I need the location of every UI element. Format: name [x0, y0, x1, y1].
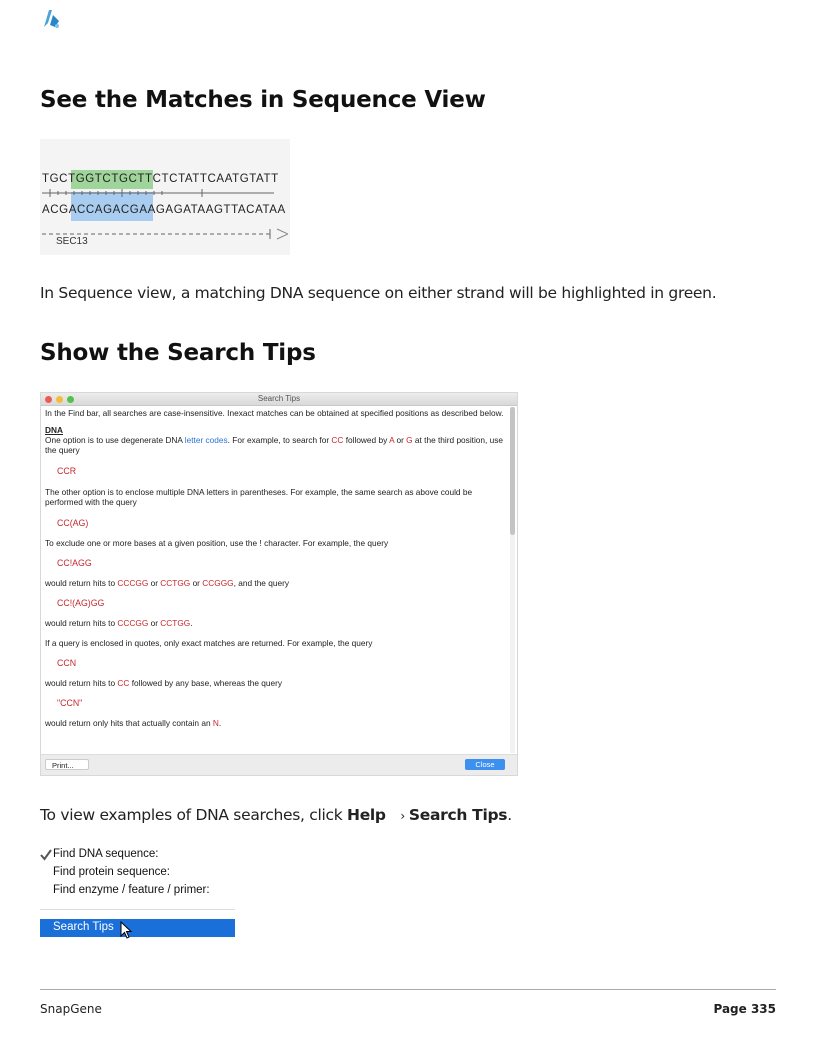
window-title: Search Tips: [257, 394, 301, 403]
checkmark-icon: [40, 849, 52, 861]
tip-degenerate: One option is to use degenerate DNA lett…: [45, 435, 504, 455]
search-tips-menu-ref: Search Tips: [408, 806, 508, 824]
dna-heading: DNA: [45, 425, 63, 435]
search-tips-window: Search Tips In the Find bar, all searche…: [40, 392, 518, 776]
tip-parentheses: The other option is to enclose multiple …: [45, 487, 473, 507]
footer-divider: [40, 989, 776, 990]
sequence-view-figure: TGCTGGTCTGCTTCTCTATTCAATGTATT ACGACCAGAC…: [40, 139, 290, 255]
mouse-cursor-icon: [120, 921, 132, 939]
query-example: CCR: [57, 466, 77, 476]
query-example: CC(AG): [57, 518, 89, 528]
section-heading-search-tips: Show the Search Tips: [40, 340, 316, 366]
query-example: CC!(AG)GG: [57, 598, 105, 608]
tip-result: would return hits to CCCGG or CCTGG or C…: [45, 578, 289, 588]
feature-label: SEC13: [56, 236, 88, 247]
footer-page-number: Page 335: [713, 1002, 776, 1016]
help-menu-ref: Help: [347, 806, 386, 824]
menu-arrow-icon: ›: [400, 809, 405, 823]
tip-result: would return hits to CCCGG or CCTGG.: [45, 618, 193, 628]
footer-product: SnapGene: [40, 1002, 102, 1016]
menu-item-find-enzyme[interactable]: Find enzyme / feature / primer:: [53, 884, 210, 896]
print-button[interactable]: Print...: [45, 759, 89, 770]
menu-item-find-dna[interactable]: Find DNA sequence:: [53, 848, 158, 860]
search-tips-content: In the Find bar, all searches are case-i…: [45, 408, 507, 728]
close-button[interactable]: Close: [465, 759, 505, 770]
intro-text: In the Find bar, all searches are case-i…: [45, 408, 504, 418]
paragraph-sequence-view: In Sequence view, a matching DNA sequenc…: [40, 284, 717, 302]
tip-quotes: If a query is enclosed in quotes, only e…: [45, 638, 373, 648]
menu-item-search-tips[interactable]: Search Tips: [40, 919, 235, 937]
query-example: "CCN": [57, 698, 83, 708]
sequence-ruler: [42, 189, 274, 197]
window-titlebar: Search Tips: [41, 393, 517, 406]
menu-item-search-tips-label: Search Tips: [53, 921, 114, 933]
menu-separator: [40, 909, 235, 910]
snapgene-logo-icon: [44, 10, 59, 28]
paragraph-search-tips: To view examples of DNA searches, click …: [40, 806, 512, 824]
window-footer: Print... Close: [41, 754, 517, 775]
scrollbar-thumb[interactable]: [510, 407, 515, 535]
tip-result: would return only hits that actually con…: [45, 718, 222, 728]
top-strand: TGCTGGTCTGCTTCTCTATTCAATGTATT: [42, 173, 279, 185]
section-heading-matches: See the Matches in Sequence View: [40, 87, 486, 113]
tip-result: would return hits to CC followed by any …: [45, 678, 283, 688]
letter-codes-link[interactable]: letter codes: [185, 435, 228, 445]
menu-item-find-protein[interactable]: Find protein sequence:: [53, 866, 170, 878]
query-example: CC!AGG: [57, 558, 92, 568]
tip-exclude: To exclude one or more bases at a given …: [45, 538, 389, 548]
bottom-strand: ACGACCAGACGAAGAGATAAGTTACATAA: [42, 204, 286, 216]
find-menu: Find DNA sequence: Find protein sequence…: [40, 845, 235, 939]
query-example: CCN: [57, 658, 77, 668]
